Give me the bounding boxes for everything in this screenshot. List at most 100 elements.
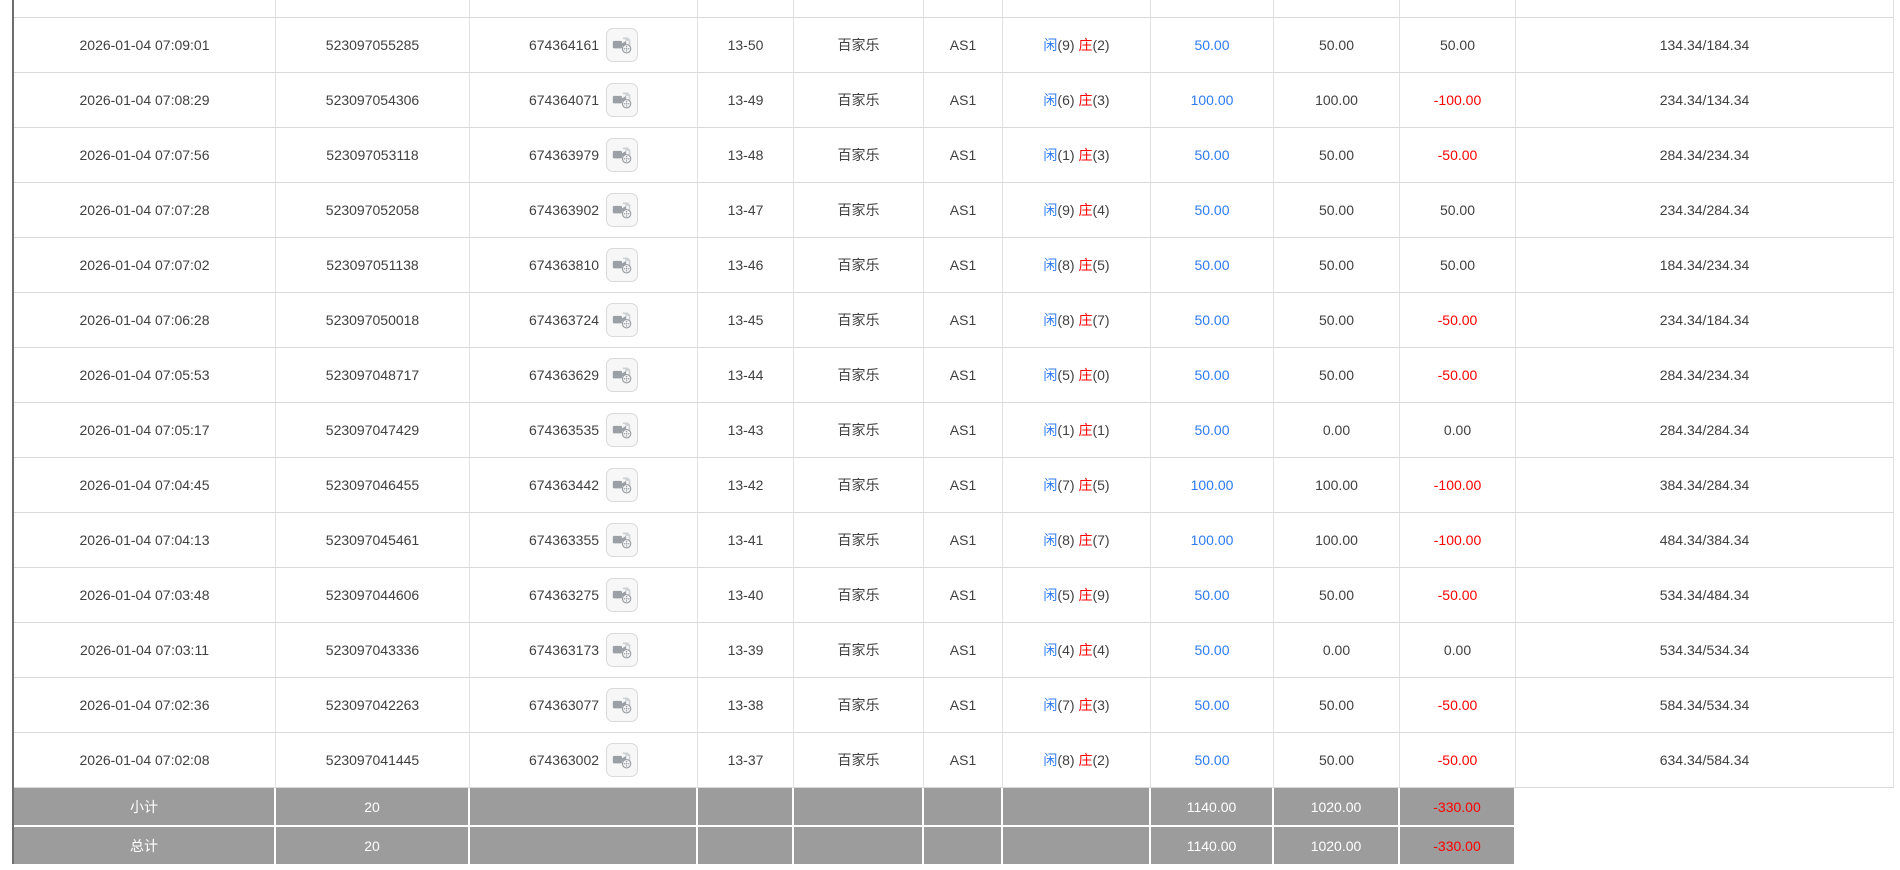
total-winloss: -330.00 — [1400, 827, 1516, 864]
bet-amount-link[interactable]: 50.00 — [1194, 367, 1229, 383]
game-id-text: 674364071 — [528, 92, 600, 108]
video-replay-button[interactable] — [606, 248, 639, 282]
bet-amount-link[interactable]: 100.00 — [1191, 477, 1234, 493]
cell-winloss: -50.00 — [1400, 733, 1516, 788]
game-id-text: 674363979 — [528, 147, 600, 163]
cell-balance: 484.34/384.34 — [1516, 513, 1894, 568]
banker-score: (4) — [1092, 642, 1110, 658]
player-label: 闲 — [1043, 587, 1058, 603]
cell-game-result: 闲(1) 庄(3) — [1003, 128, 1151, 183]
cell-balance: 234.34/184.34 — [1516, 293, 1894, 348]
cell-valid-amount: 50.00 — [1274, 18, 1400, 73]
bet-amount-link[interactable]: 50.00 — [1194, 37, 1229, 53]
cell-table-name: AS1 — [924, 458, 1003, 513]
table-row: 2026-01-04 07:02:36 523097042263 6743630… — [14, 678, 1894, 733]
bet-amount-link[interactable]: 50.00 — [1194, 202, 1229, 218]
game-id-text: 674364161 — [528, 37, 600, 53]
cell-game-id: 674364071 — [470, 73, 698, 128]
subtotal-valid: 1020.00 — [1274, 788, 1400, 827]
video-replay-button[interactable] — [606, 193, 639, 227]
banker-label: 庄 — [1078, 587, 1093, 603]
cell-round-number: 13-47 — [698, 183, 794, 238]
cell-round-number: 13-45 — [698, 293, 794, 348]
cell-bet-time: 2026-01-04 07:09:01 — [14, 18, 276, 73]
cell-balance: 284.34/284.34 — [1516, 403, 1894, 458]
player-score: (7) — [1057, 697, 1075, 713]
cell-valid-amount: 50.00 — [1274, 348, 1400, 403]
cell-game-type: 百家乐 — [794, 348, 924, 403]
video-replay-button[interactable] — [606, 743, 639, 777]
player-score: (5) — [1057, 587, 1075, 603]
video-replay-button[interactable] — [606, 83, 639, 117]
game-id-text: 674363355 — [528, 532, 600, 548]
banker-label: 庄 — [1078, 697, 1093, 713]
cell-table-name: AS1 — [924, 403, 1003, 458]
subtotal-bet: 1140.00 — [1151, 788, 1274, 827]
video-replay-button[interactable] — [606, 358, 639, 392]
cell-round-number: 13-40 — [698, 568, 794, 623]
video-icon — [612, 367, 632, 384]
cell-winloss: -50.00 — [1400, 293, 1516, 348]
cell-order-id: 523097045461 — [276, 513, 470, 568]
video-replay-button[interactable] — [606, 688, 639, 722]
banker-label: 庄 — [1078, 477, 1093, 493]
game-id-text: 674363442 — [528, 477, 600, 493]
player-label: 闲 — [1043, 477, 1058, 493]
cell-round-number: 13-46 — [698, 238, 794, 293]
cell-game-result: 闲(1) 庄(1) — [1003, 403, 1151, 458]
cell-game-result: 闲(8) 庄(5) — [1003, 238, 1151, 293]
banker-label: 庄 — [1078, 202, 1093, 218]
cell-winloss: -100.00 — [1400, 513, 1516, 568]
banker-score: (2) — [1092, 752, 1110, 768]
bet-amount-link[interactable]: 50.00 — [1194, 642, 1229, 658]
cell-valid-amount: 50.00 — [1274, 238, 1400, 293]
video-replay-button[interactable] — [606, 28, 639, 62]
bet-amount-link[interactable]: 100.00 — [1191, 532, 1234, 548]
cell-game-type: 百家乐 — [794, 403, 924, 458]
total-label: 总计 — [14, 827, 276, 864]
cell-game-id: 674364161 — [470, 18, 698, 73]
table-row: 2026-01-04 07:07:02 523097051138 6743638… — [14, 238, 1894, 293]
bet-amount-link[interactable]: 50.00 — [1194, 752, 1229, 768]
cell-game-id: 674363629 — [470, 348, 698, 403]
player-score: (8) — [1057, 532, 1075, 548]
player-label: 闲 — [1043, 202, 1058, 218]
video-icon — [612, 477, 632, 494]
cell-winloss: -50.00 — [1400, 678, 1516, 733]
cell-order-id: 523097041445 — [276, 733, 470, 788]
bet-amount-link[interactable]: 50.00 — [1194, 697, 1229, 713]
video-replay-button[interactable] — [606, 633, 639, 667]
total-valid: 1020.00 — [1274, 827, 1400, 864]
game-id-text: 674363077 — [528, 697, 600, 713]
table-row: 2026-01-04 07:04:45 523097046455 6743634… — [14, 458, 1894, 513]
cell-bet-time: 2026-01-04 07:07:28 — [14, 183, 276, 238]
table-row: 2026-01-04 07:09:01 523097055285 6743641… — [14, 18, 1894, 73]
video-replay-button[interactable] — [606, 413, 639, 447]
bet-amount-link[interactable]: 50.00 — [1194, 312, 1229, 328]
cell-game-type: 百家乐 — [794, 678, 924, 733]
cell-game-id: 674363979 — [470, 128, 698, 183]
video-replay-button[interactable] — [606, 468, 639, 502]
cell-round-number: 13-42 — [698, 458, 794, 513]
cell-game-type: 百家乐 — [794, 733, 924, 788]
video-replay-button[interactable] — [606, 578, 639, 612]
player-label: 闲 — [1043, 532, 1058, 548]
cell-winloss: 50.00 — [1400, 183, 1516, 238]
player-score: (8) — [1057, 752, 1075, 768]
video-replay-button[interactable] — [606, 523, 639, 557]
cell-valid-amount: 100.00 — [1274, 513, 1400, 568]
banker-label: 庄 — [1078, 257, 1093, 273]
video-icon — [612, 752, 632, 769]
video-replay-button[interactable] — [606, 138, 639, 172]
video-replay-button[interactable] — [606, 303, 639, 337]
cell-valid-amount: 100.00 — [1274, 458, 1400, 513]
bet-amount-link[interactable]: 50.00 — [1194, 147, 1229, 163]
cell-table-name: AS1 — [924, 183, 1003, 238]
cell-game-result: 闲(6) 庄(3) — [1003, 73, 1151, 128]
bet-amount-link[interactable]: 100.00 — [1191, 92, 1234, 108]
bet-amount-link[interactable]: 50.00 — [1194, 422, 1229, 438]
bet-amount-link[interactable]: 50.00 — [1194, 587, 1229, 603]
cell-order-id: 523097054306 — [276, 73, 470, 128]
cell-game-type: 百家乐 — [794, 568, 924, 623]
bet-amount-link[interactable]: 50.00 — [1194, 257, 1229, 273]
